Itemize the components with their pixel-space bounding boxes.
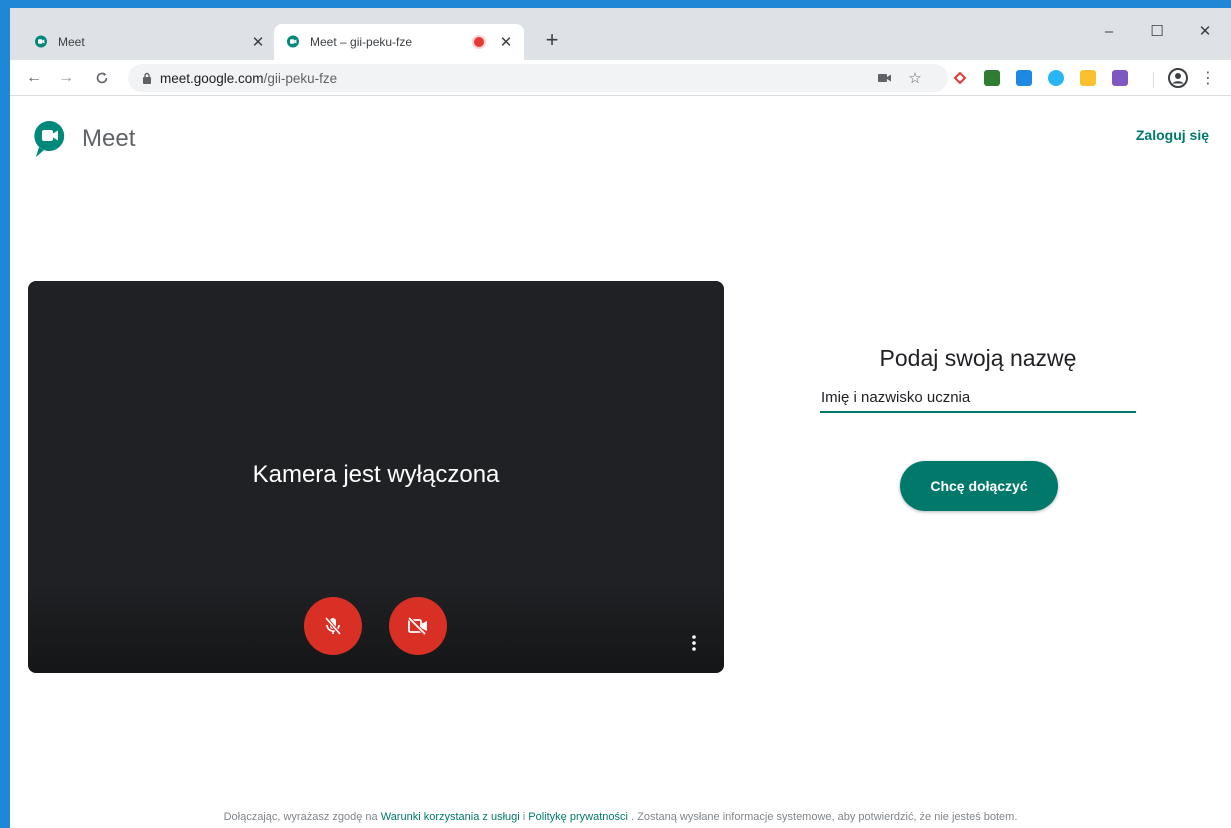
meet-page: Meet Zaloguj się Kamera jest wyłączona P… (10, 97, 1231, 828)
name-input[interactable] (820, 383, 1136, 413)
more-options-icon[interactable] (688, 631, 700, 655)
extension-icon-6[interactable] (1112, 70, 1128, 86)
reload-icon[interactable] (90, 66, 114, 90)
recording-dot-icon (474, 37, 484, 47)
profile-icon[interactable] (1168, 68, 1188, 88)
tab-title: Meet (58, 35, 85, 49)
mic-off-icon (324, 616, 342, 636)
join-heading: Podaj swoją nazwę (879, 345, 1077, 371)
minimize-button[interactable]: – (1086, 16, 1132, 46)
meet-wordmark: Meet (82, 125, 136, 152)
footer-prefix: Dołączając, wyrażasz zgodę na (223, 811, 378, 823)
close-icon[interactable]: ✕ (250, 34, 266, 51)
forward-icon[interactable]: → (54, 66, 78, 90)
extension-icon-3[interactable] (1016, 70, 1032, 86)
back-icon[interactable]: ← (22, 66, 46, 90)
preview-shade (28, 583, 724, 673)
browser-window: Meet ✕ Meet – gii-peku-fze ✕ + – ☐ ✕ ← →… (10, 8, 1231, 828)
tab-meet[interactable]: Meet ✕ (22, 24, 272, 60)
terms-link[interactable]: Warunki korzystania z usługi (381, 811, 520, 823)
url-text: meet.google.com/gii-peku-fze (160, 71, 337, 86)
terms-footer: Dołączając, wyrażasz zgodę na Warunki ko… (10, 811, 1231, 823)
extension-icon-5[interactable] (1080, 70, 1096, 86)
window-frame-top (0, 0, 1231, 8)
tab-title: Meet – gii-peku-fze (310, 35, 413, 49)
tab-strip: Meet ✕ Meet – gii-peku-fze ✕ + – ☐ ✕ (10, 8, 1231, 60)
extension-icon-1[interactable] (952, 70, 968, 86)
url-path: /gii-peku-fze (263, 70, 338, 86)
more-vert-icon[interactable]: ⋮ (1200, 66, 1216, 90)
tab-meet-call[interactable]: Meet – gii-peku-fze ✕ (274, 24, 524, 60)
address-bar[interactable]: meet.google.com/gii-peku-fze (128, 64, 948, 92)
star-icon[interactable]: ☆ (904, 66, 926, 90)
privacy-link[interactable]: Politykę prywatności (528, 811, 628, 823)
meet-logo-icon (34, 120, 65, 157)
join-button[interactable]: Chcę dołączyć (900, 461, 1058, 511)
meet-favicon (286, 35, 300, 49)
browser-toolbar: ← → meet.google.com/gii-peku-fze ☆ ⋮ (10, 60, 1231, 96)
meet-favicon (34, 35, 48, 49)
camera-toggle-button[interactable] (389, 597, 447, 655)
window-frame-left (0, 0, 10, 828)
footer-and: i (522, 811, 526, 823)
mic-toggle-button[interactable] (304, 597, 362, 655)
camera-preview: Kamera jest wyłączona (28, 281, 724, 673)
footer-suffix: . Zostaną wysłane informacje systemowe, … (631, 811, 1018, 823)
toolbar-divider (1153, 72, 1154, 88)
close-window-button[interactable]: ✕ (1182, 16, 1228, 46)
maximize-button[interactable]: ☐ (1134, 16, 1180, 46)
close-icon[interactable]: ✕ (498, 34, 514, 51)
camera-blocked-icon[interactable] (874, 66, 896, 90)
meet-brand[interactable]: Meet (32, 119, 135, 159)
url-host: meet.google.com (160, 70, 264, 86)
camera-off-text: Kamera jest wyłączona (252, 461, 500, 488)
videocam-off-icon (407, 616, 427, 636)
extension-icon-4[interactable] (1048, 70, 1064, 86)
plus-icon[interactable]: + (540, 27, 564, 52)
lock-icon (143, 72, 151, 84)
extension-icon-2[interactable] (984, 70, 1000, 86)
sign-in-link[interactable]: Zaloguj się (1136, 127, 1209, 143)
